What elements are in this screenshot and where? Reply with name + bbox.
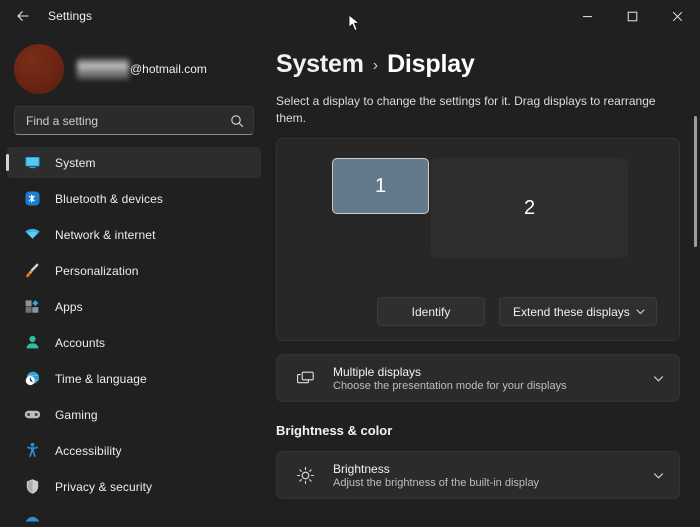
account-email: @hotmail.com — [130, 62, 207, 76]
sidebar-item-accessibility[interactable]: Accessibility — [7, 435, 261, 466]
sidebar-item-personalization[interactable]: Personalization — [7, 255, 261, 286]
sidebar-item-label: Accounts — [55, 335, 106, 350]
maximize-button[interactable] — [610, 0, 655, 32]
account-text: @hotmail.com — [77, 58, 207, 80]
window-body: @hotmail.com Find a setting System Bluet… — [0, 32, 700, 527]
apps-icon — [23, 298, 41, 316]
sidebar-item-network-internet[interactable]: Network & internet — [7, 219, 261, 250]
breadcrumb-separator-icon: › — [372, 57, 379, 74]
window-controls — [565, 0, 700, 32]
dual-monitor-icon — [294, 369, 316, 388]
main-content: System › Display Select a display to cha… — [268, 32, 700, 527]
search-icon — [230, 114, 244, 128]
breadcrumb-parent[interactable]: System — [276, 50, 364, 79]
multiple-displays-texts: Multiple displays Choose the presentatio… — [333, 365, 652, 392]
sidebar-item-bluetooth-devices[interactable]: Bluetooth & devices — [7, 183, 261, 214]
search-wrapper: Find a setting — [0, 104, 268, 135]
minimize-icon — [583, 15, 592, 17]
main-scrollbar[interactable] — [694, 94, 697, 527]
person-icon — [23, 334, 41, 352]
brightness-texts: Brightness Adjust the brightness of the … — [333, 462, 652, 489]
sidebar-item-label: Network & internet — [55, 227, 156, 242]
page-title: Display — [387, 50, 475, 78]
back-button[interactable] — [6, 1, 40, 31]
sidebar-item-gaming[interactable]: Gaming — [7, 399, 261, 430]
sidebar-item-label: Privacy & security — [55, 479, 153, 494]
clock-globe-icon — [23, 370, 41, 388]
sidebar-item-label: Accessibility — [55, 443, 122, 458]
windows-update-icon — [23, 514, 41, 527]
shield-icon — [23, 478, 41, 496]
sidebar-item-label: System — [55, 155, 96, 170]
sidebar-item-label: Time & language — [55, 371, 147, 386]
account-name-redacted — [77, 58, 129, 80]
maximize-icon — [627, 11, 638, 21]
section-brightness-color: Brightness & color — [276, 423, 393, 438]
close-icon — [672, 11, 683, 21]
sidebar: @hotmail.com Find a setting System Bluet… — [0, 32, 268, 527]
chevron-down-icon — [635, 306, 646, 317]
scrollbar-thumb[interactable] — [694, 116, 697, 247]
chevron-down-icon[interactable] — [652, 372, 665, 385]
sidebar-item-windows-update[interactable] — [7, 507, 261, 527]
multiple-displays-title: Multiple displays — [333, 364, 422, 379]
avatar — [14, 44, 64, 94]
chevron-down-icon[interactable] — [652, 469, 665, 482]
back-arrow-icon — [17, 11, 29, 21]
sidebar-item-time-language[interactable]: Time & language — [7, 363, 261, 394]
accessibility-icon — [23, 442, 41, 460]
arrange-actions: Identify Extend these displays — [277, 297, 679, 326]
account-block[interactable]: @hotmail.com — [0, 32, 268, 104]
brightness-subtitle: Adjust the brightness of the built-in di… — [333, 476, 540, 489]
gamepad-icon — [23, 406, 41, 424]
sidebar-item-label: Apps — [55, 299, 83, 314]
display-arrangement-card: 1 2 Identify Extend these displays — [276, 138, 680, 341]
brightness-sun-icon — [294, 466, 316, 485]
monitor-canvas[interactable]: 1 2 — [277, 139, 679, 291]
monitor-icon — [23, 154, 41, 172]
app-title: Settings — [48, 9, 93, 23]
settings-window: Settings @hotmail.com Find a setting Sys… — [0, 0, 700, 527]
breadcrumb: System › Display — [276, 50, 700, 79]
close-button[interactable] — [655, 0, 700, 32]
sidebar-item-privacy-security[interactable]: Privacy & security — [7, 471, 261, 502]
brightness-row[interactable]: Brightness Adjust the brightness of the … — [276, 451, 680, 499]
sidebar-item-label: Bluetooth & devices — [55, 191, 163, 206]
multiple-displays-row[interactable]: Multiple displays Choose the presentatio… — [276, 354, 680, 402]
display-2[interactable]: 2 — [431, 158, 628, 258]
title-bar: Settings — [0, 0, 700, 32]
minimize-button[interactable] — [565, 0, 610, 32]
display-mode-dropdown[interactable]: Extend these displays — [499, 297, 657, 326]
paintbrush-icon — [23, 262, 41, 280]
wifi-icon — [23, 226, 41, 244]
sidebar-nav: System Bluetooth & devices Network & int… — [0, 147, 268, 527]
sidebar-item-accounts[interactable]: Accounts — [7, 327, 261, 358]
search-input[interactable]: Find a setting — [14, 106, 254, 135]
sidebar-item-apps[interactable]: Apps — [7, 291, 261, 322]
multiple-displays-subtitle: Choose the presentation mode for your di… — [333, 379, 567, 392]
bluetooth-icon — [23, 190, 41, 208]
brightness-title: Brightness — [333, 461, 390, 476]
sidebar-item-label: Gaming — [55, 407, 98, 422]
page-description: Select a display to change the settings … — [276, 94, 656, 125]
display-mode-value: Extend these displays — [513, 304, 630, 319]
search-placeholder: Find a setting — [26, 113, 99, 128]
sidebar-item-system[interactable]: System — [6, 147, 261, 178]
identify-button[interactable]: Identify — [377, 297, 485, 326]
display-1[interactable]: 1 — [332, 158, 429, 214]
sidebar-item-label: Personalization — [55, 263, 139, 278]
